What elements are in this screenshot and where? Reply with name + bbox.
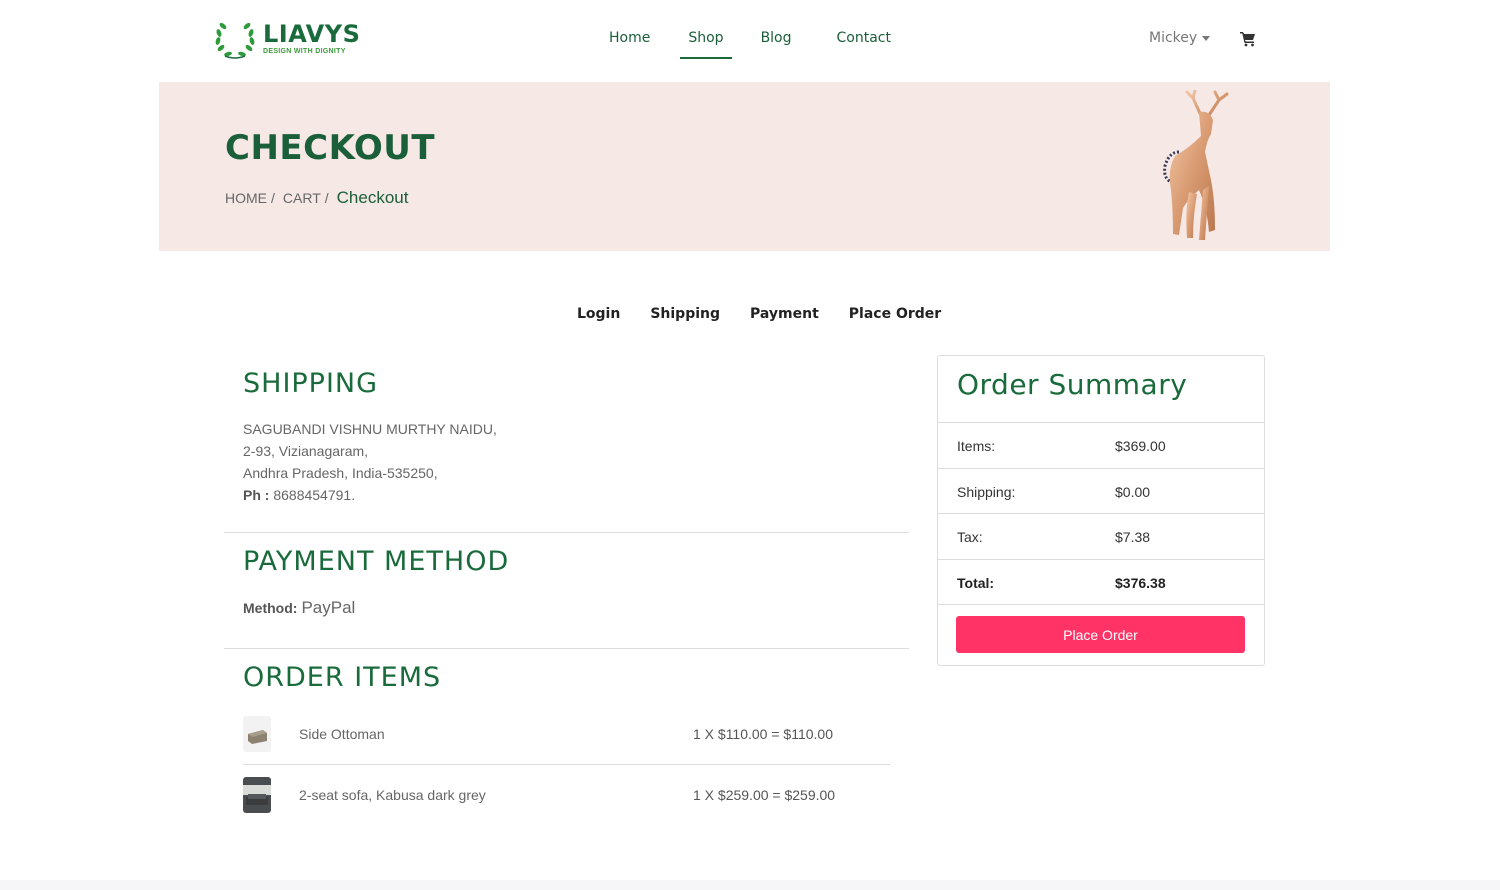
item-divider	[243, 764, 890, 765]
summary-label: Tax:	[957, 529, 983, 545]
caret-down-icon	[1202, 35, 1211, 41]
item-name[interactable]: Side Ottoman	[299, 726, 385, 742]
item-name[interactable]: 2-seat sofa, Kabusa dark grey	[299, 787, 486, 803]
summary-row-shipping: Shipping: $0.00	[938, 468, 1264, 514]
method-value: PayPal	[301, 598, 356, 617]
phone-label: Ph :	[243, 487, 270, 503]
nav-blog[interactable]: Blog	[745, 29, 808, 59]
checkout-steps: Login Shipping Payment Place Order	[577, 306, 971, 322]
summary-label: Items:	[957, 438, 996, 454]
item-price-calc: 1 X $110.00 = $110.00	[693, 726, 833, 742]
shipping-line1: 2-93, Vizianagaram,	[243, 443, 369, 459]
site-header: LIAVYS DESIGN WITH DIGNITY Home Shop Blo…	[0, 0, 1500, 82]
section-divider	[224, 532, 909, 533]
step-place-order[interactable]: Place Order	[849, 306, 941, 322]
user-name: Mickey	[1149, 30, 1198, 46]
logo-link[interactable]: LIAVYS DESIGN WITH DIGNITY	[213, 18, 360, 60]
place-order-button[interactable]: Place Order	[956, 616, 1245, 653]
page-banner: CHECKOUT HOME / CART / Checkout	[159, 82, 1330, 251]
brand-tagline: DESIGN WITH DIGNITY	[263, 48, 346, 55]
cart-icon[interactable]	[1240, 31, 1256, 47]
method-label: Method:	[243, 600, 298, 616]
breadcrumb-home[interactable]: HOME	[225, 190, 267, 206]
order-item: 2-seat sofa, Kabusa dark grey 1 X $259.0…	[243, 770, 890, 820]
item-price-calc: 1 X $259.00 = $259.00	[693, 787, 836, 803]
breadcrumb-current: Checkout	[336, 188, 409, 207]
order-item: Side Ottoman 1 X $110.00 = $110.00	[243, 709, 890, 759]
section-divider	[224, 648, 909, 649]
breadcrumb-separator: /	[271, 190, 275, 206]
shipping-name: SAGUBANDI VISHNU MURTHY NAIDU,	[243, 421, 497, 437]
brand-name: LIAVYS	[263, 20, 361, 48]
step-shipping[interactable]: Shipping	[650, 306, 720, 322]
phone-value: 8688454791.	[273, 487, 356, 503]
order-items-title: ORDER ITEMS	[243, 662, 442, 693]
user-menu[interactable]: Mickey	[1149, 30, 1211, 46]
summary-value: $376.38	[1115, 575, 1166, 591]
breadcrumb: HOME / CART / Checkout	[225, 188, 408, 208]
payment-title: PAYMENT METHOD	[243, 546, 510, 577]
summary-label: Shipping:	[957, 484, 1016, 500]
shipping-phone-row: Ph : 8688454791.	[243, 484, 497, 506]
payment-method: Method: PayPal	[243, 598, 355, 618]
summary-row-tax: Tax: $7.38	[938, 513, 1264, 559]
order-summary-title: Order Summary	[957, 368, 1188, 401]
sofa-thumbnail[interactable]	[243, 777, 271, 813]
step-payment[interactable]: Payment	[750, 306, 819, 322]
order-summary-card: Order Summary Items: $369.00 Shipping: $…	[937, 355, 1265, 666]
main-nav: Home Shop Blog Contact	[593, 29, 907, 59]
summary-value: $0.00	[1115, 484, 1151, 500]
summary-value: $7.38	[1115, 529, 1151, 545]
breadcrumb-separator: /	[324, 190, 329, 206]
footer-strip	[0, 880, 1500, 890]
nav-home[interactable]: Home	[593, 29, 666, 59]
nav-contact[interactable]: Contact	[821, 29, 907, 59]
nav-shop[interactable]: Shop	[672, 29, 739, 59]
step-login[interactable]: Login	[577, 306, 620, 322]
laurel-wreath-icon	[215, 22, 255, 59]
summary-value: $369.00	[1115, 438, 1166, 454]
breadcrumb-cart[interactable]: CART	[283, 190, 321, 206]
page-title: CHECKOUT	[225, 128, 436, 168]
shipping-line2: Andhra Pradesh, India-535250,	[243, 465, 438, 481]
deer-figurine-image	[1163, 90, 1229, 240]
summary-row-items: Items: $369.00	[938, 422, 1264, 468]
side-ottoman-thumbnail[interactable]	[243, 716, 271, 752]
summary-row-total: Total: $376.38	[938, 559, 1264, 605]
summary-label: Total:	[957, 575, 995, 591]
shipping-address: SAGUBANDI VISHNU MURTHY NAIDU, 2-93, Viz…	[243, 418, 497, 506]
shipping-title: SHIPPING	[243, 368, 379, 399]
